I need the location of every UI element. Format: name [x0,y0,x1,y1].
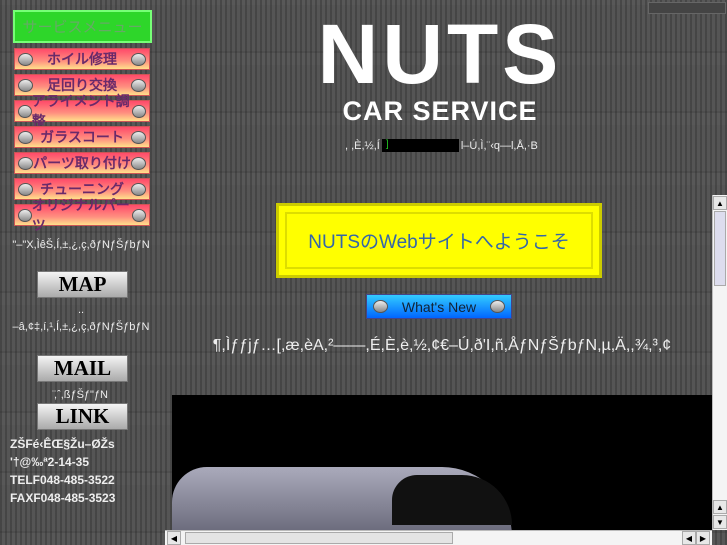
service-menu-header: サービスメニュー [13,10,152,43]
scroll-thumb[interactable] [185,532,453,544]
menu-item[interactable]: ホイル修理 [14,48,150,70]
tel-line: TELF048-485-3522 [10,473,115,487]
menu-item[interactable]: オリジナルパーツ [14,197,150,233]
address-line: ZŠFé‹ÊŒ§Žu–ØŽs [10,437,115,451]
tagline-prefix: , ,È,½,Í [345,139,380,152]
horizontal-scrollbar[interactable]: ◀ ◀ ▶ [165,530,712,545]
knob-icon [18,130,33,144]
scroll-left-icon[interactable]: ◀ [682,531,696,545]
tagline-suffix: l–Ú,Ì,¨‹q—l,Å,·B [460,139,538,152]
knob-icon [131,182,146,196]
scroll-down-icon[interactable]: ▼ [713,515,727,529]
menu-item[interactable]: ガラスコート [14,126,150,148]
knob-icon [18,156,33,170]
menu-item-label: ホイル修理 [47,51,117,67]
map-caption: "–"X,ÌêŠ,Í,±,¿,ç,ðƒNƒŠƒbƒN [12,239,150,251]
logo-subtitle: CAR SERVICE [342,96,538,126]
link-button[interactable]: LINK [37,403,128,430]
welcome-banner: NUTSのWebサイトへようこそ [276,203,602,278]
knob-icon [130,130,146,144]
knob-icon [130,156,146,170]
mail-caption-top: .. [77,304,85,316]
visitor-counter: ] [381,139,459,152]
knob-icon [131,78,146,92]
knob-icon [131,52,146,66]
menu-item-label: オリジナルパーツ [31,197,130,233]
instruction-text: ¶,Ìƒƒjƒ…[,æ,èA,²——,É,È,è,½,¢€–Ú,ð'I,ñ,Åƒ… [212,337,672,354]
menu-item-label: アライメント調整 [31,93,130,129]
menu-item[interactable]: パーツ取り付け [14,152,150,174]
mail-button[interactable]: MAIL [37,355,128,382]
menu-item-label: ガラスコート [40,129,124,145]
knob-icon [18,104,32,118]
knob-icon [18,208,32,222]
knob-icon [18,182,33,196]
knob-icon [373,300,388,313]
car-photo [172,395,712,530]
welcome-text: NUTSのWebサイトへようこそ [308,232,570,253]
nuts-logo: NUTS CAR SERVICE [315,12,565,127]
link-caption: ̈,ˆ,ßƒŠƒ"ƒN [53,389,109,401]
scroll-up-icon[interactable]: ▲ [713,500,727,514]
vertical-scrollbar[interactable]: ▲ ▲ ▼ [712,195,727,530]
knob-icon [132,104,147,118]
scroll-thumb[interactable] [714,211,726,286]
address-line: '†@‰ª2-14-35 [10,455,90,469]
whats-new-button[interactable]: What's New [366,294,512,319]
scroll-up-icon[interactable]: ▲ [713,196,727,210]
scroll-left-icon[interactable]: ◀ [167,531,181,545]
mail-caption: –â,¢‡,í,¹,Í,±,¿,ç,ðƒNƒŠƒbƒN [12,321,150,333]
logo-text: NUTS [317,7,563,101]
top-bar [648,2,726,14]
fax-line: FAXF048-485-3523 [10,491,116,505]
whats-new-label: What's New [401,298,477,315]
visitor-counter-line: , ,È,½,Í ] l–Ú,Ì,¨‹q—l,Å,·B [345,139,538,152]
map-button[interactable]: MAP [37,271,128,298]
knob-icon [18,52,33,66]
knob-icon [18,78,33,92]
knob-icon [132,208,146,222]
menu-item-label: パーツ取り付け [33,155,131,171]
scroll-right-icon[interactable]: ▶ [696,531,710,545]
knob-icon [490,300,505,313]
menu-item[interactable]: アライメント調整 [14,93,150,129]
